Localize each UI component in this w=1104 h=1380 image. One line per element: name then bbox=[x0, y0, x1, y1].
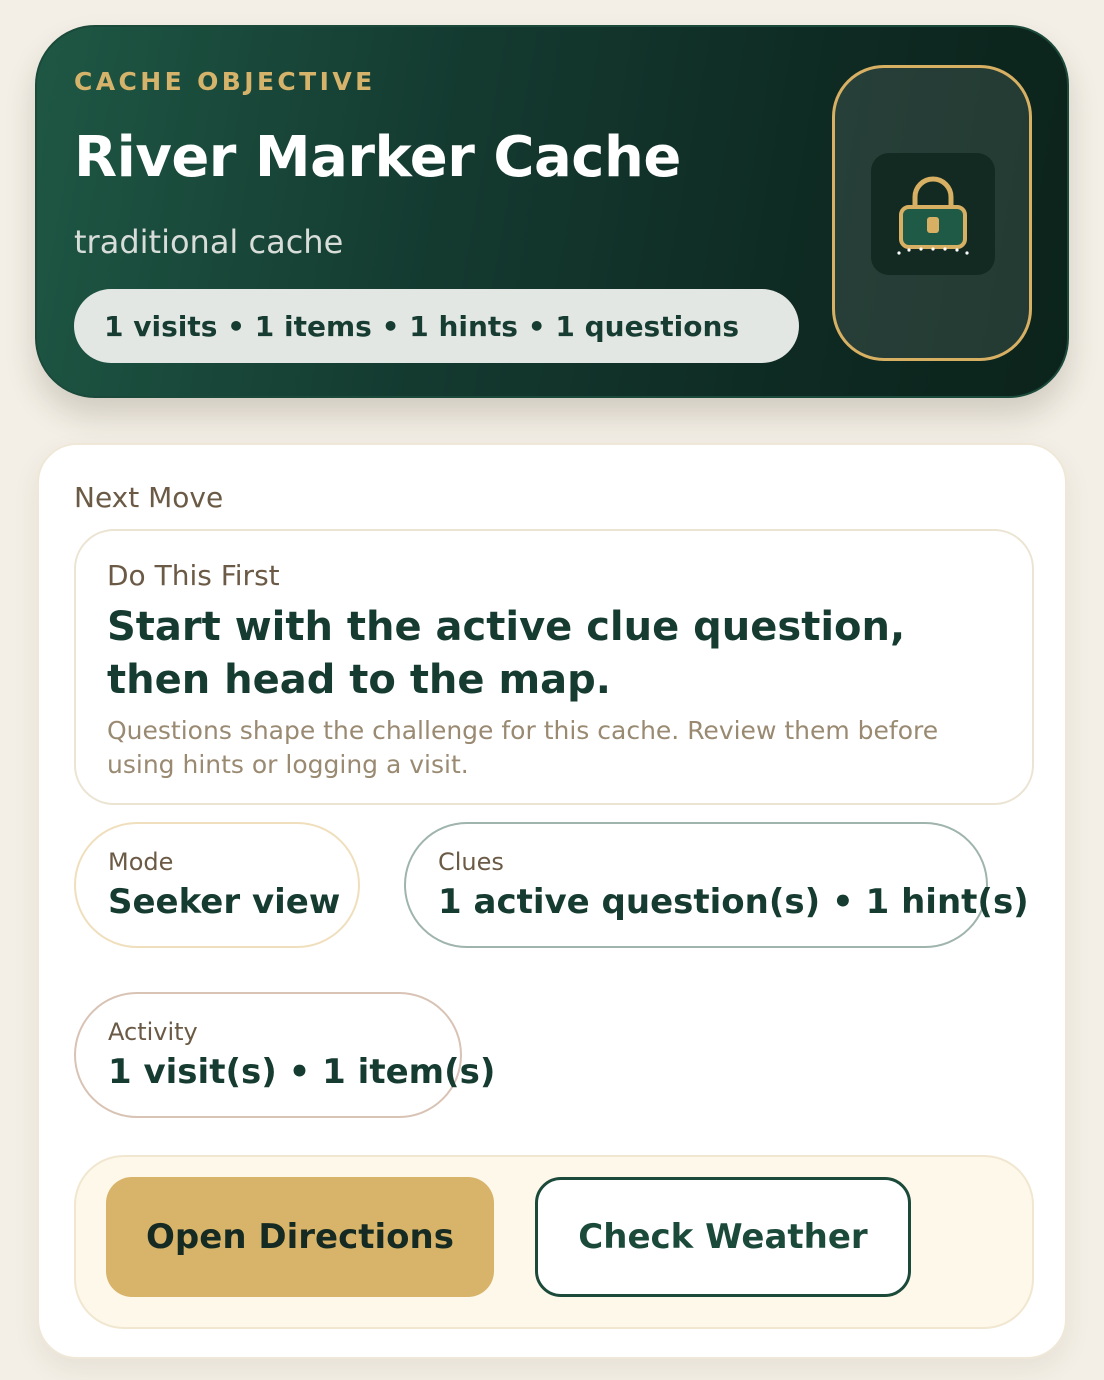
next-move-card: Next Move Do This First Start with the a… bbox=[37, 443, 1067, 1359]
stats-summary-pill: 1 visits • 1 items • 1 hints • 1 questio… bbox=[74, 289, 799, 363]
cache-objective-card: CACHE OBJECTIVE River Marker Cache tradi… bbox=[35, 25, 1069, 398]
do-this-first-panel: Do This First Start with the active clue… bbox=[74, 529, 1034, 805]
open-directions-button[interactable]: Open Directions bbox=[106, 1177, 494, 1297]
check-weather-button[interactable]: Check Weather bbox=[535, 1177, 911, 1297]
lock-icon bbox=[871, 153, 995, 275]
mode-value: Seeker view bbox=[108, 882, 341, 922]
clues-label: Clues bbox=[438, 848, 504, 876]
clues-chip: Clues 1 active question(s) • 1 hint(s) bbox=[404, 822, 1029, 948]
activity-value: 1 visit(s) • 1 item(s) bbox=[108, 1052, 496, 1092]
eyebrow-label: CACHE OBJECTIVE bbox=[74, 67, 376, 96]
do-this-first-label: Do This First bbox=[107, 559, 280, 592]
activity-label: Activity bbox=[108, 1018, 198, 1046]
action-bar: Open Directions Check Weather bbox=[74, 1155, 1034, 1329]
do-this-first-title: Start with the active clue question, the… bbox=[107, 604, 906, 703]
cache-page: CACHE OBJECTIVE River Marker Cache tradi… bbox=[0, 0, 1104, 1380]
cache-title: River Marker Cache bbox=[74, 125, 681, 190]
next-move-heading: Next Move bbox=[74, 481, 224, 514]
stats-summary-text: 1 visits • 1 items • 1 hints • 1 questio… bbox=[104, 309, 740, 343]
clues-value: 1 active question(s) • 1 hint(s) bbox=[438, 882, 1029, 922]
lock-status-tile bbox=[832, 65, 1032, 361]
do-this-first-description: Questions shape the challenge for this c… bbox=[107, 716, 939, 779]
activity-chip: Activity 1 visit(s) • 1 item(s) bbox=[74, 992, 495, 1118]
mode-label: Mode bbox=[108, 848, 174, 876]
mode-chip: Mode Seeker view bbox=[74, 822, 360, 948]
cache-type: traditional cache bbox=[74, 223, 344, 261]
